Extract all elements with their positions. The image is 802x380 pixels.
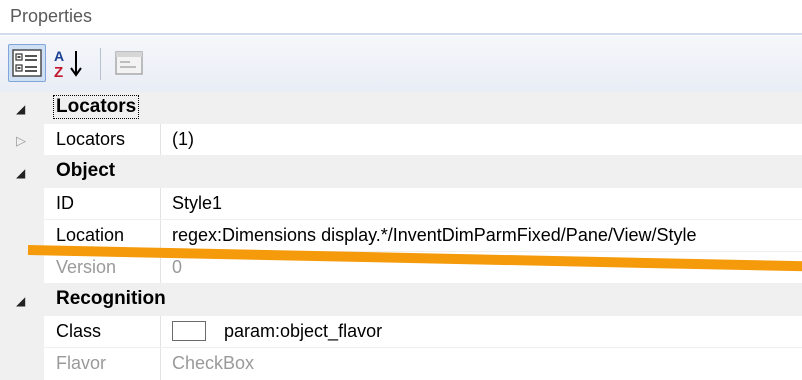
properties-title-bar: Properties (0, 0, 802, 36)
category-row-locators[interactable]: ◢ Locators (0, 92, 802, 124)
svg-text:A: A (54, 48, 64, 64)
expanded-triangle-icon[interactable]: ◢ (16, 102, 25, 116)
category-label: Object (56, 160, 116, 181)
sort-az-icon: A Z (54, 48, 82, 81)
panel-title: Properties (10, 6, 93, 26)
row-margin (0, 252, 44, 284)
property-value: CheckBox (172, 353, 255, 373)
category-label: Locators (52, 95, 140, 119)
expanded-triangle-icon[interactable]: ◢ (16, 166, 25, 180)
property-name: Locators (56, 129, 126, 149)
property-pages-icon (115, 51, 143, 75)
alphabetical-sort-button[interactable]: A Z (50, 44, 88, 82)
categorized-view-button[interactable] (8, 44, 46, 82)
row-margin (0, 316, 44, 348)
property-name: ID (56, 193, 74, 213)
column-divider[interactable] (160, 124, 161, 156)
properties-toolbar: A Z (0, 36, 802, 92)
category-row-recognition[interactable]: ◢ Recognition (0, 284, 802, 316)
property-value[interactable]: (1) (172, 129, 194, 150)
column-divider[interactable] (160, 316, 161, 348)
property-name: Location (56, 225, 125, 245)
categorized-view-icon (12, 49, 42, 77)
property-row-flavor[interactable]: Flavor CheckBox (0, 348, 802, 380)
property-name: Flavor (56, 353, 107, 373)
row-margin (0, 348, 44, 380)
title-divider (0, 33, 802, 35)
property-pages-button[interactable] (110, 44, 148, 82)
property-name: Class (56, 321, 102, 341)
column-divider[interactable] (160, 188, 161, 220)
column-divider[interactable] (160, 348, 161, 380)
property-value[interactable]: Style1 (172, 193, 222, 214)
property-value[interactable]: regex:Dimensions display.*/InventDimParm… (172, 225, 697, 246)
property-value[interactable]: param:object_flavor (224, 321, 382, 342)
property-name: Version (56, 257, 117, 277)
property-row-locators[interactable]: ▷ Locators (1) (0, 124, 802, 156)
svg-text:Z: Z (54, 64, 63, 81)
category-label: Recognition (56, 288, 166, 309)
row-margin (0, 188, 44, 220)
value-checkbox[interactable] (172, 321, 206, 341)
toolbar-separator (100, 48, 101, 80)
property-row-id[interactable]: ID Style1 (0, 188, 802, 220)
property-value: 0 (172, 257, 183, 277)
property-row-class[interactable]: Class param:object_flavor (0, 316, 802, 348)
category-row-object[interactable]: ◢ Object (0, 156, 802, 188)
property-grid: ◢ Locators ▷ Locators (1) ◢ Object ID St… (0, 92, 802, 380)
collapsed-triangle-icon[interactable]: ▷ (16, 133, 26, 149)
expanded-triangle-icon[interactable]: ◢ (16, 294, 25, 308)
